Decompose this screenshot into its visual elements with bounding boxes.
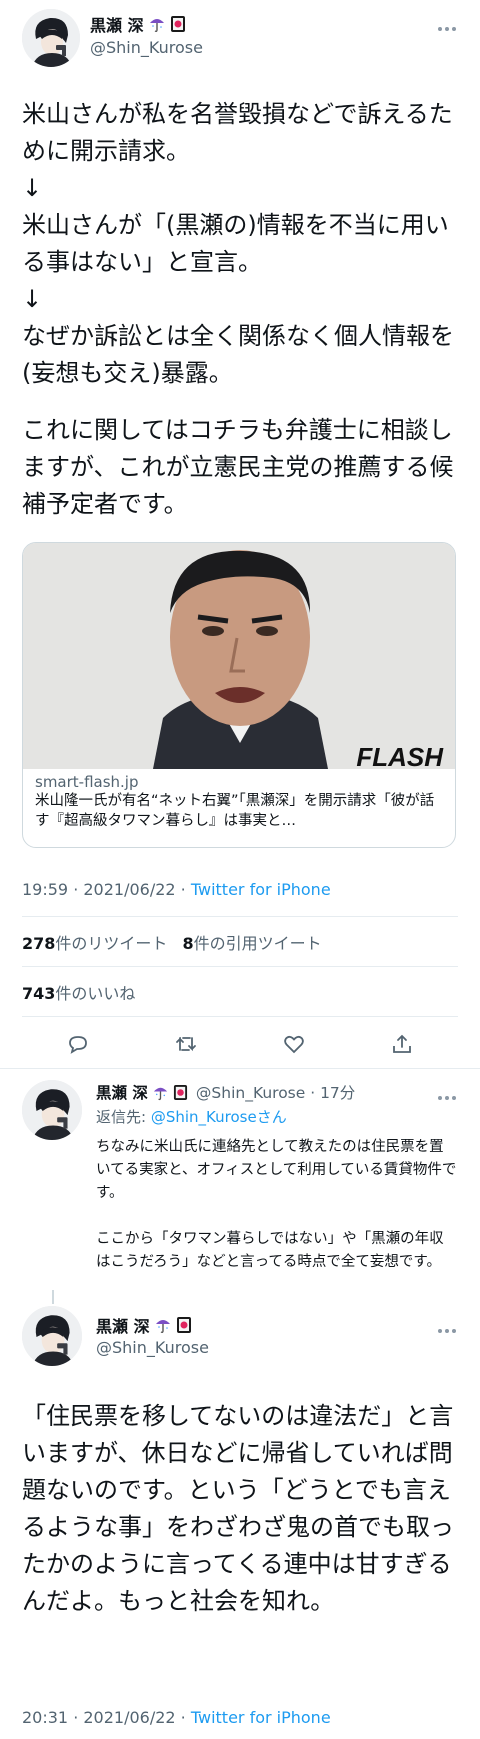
handle-time: @Shin_Kurose · 17分 bbox=[195, 1084, 356, 1102]
retweet-quote-stats: 278件のリツイート 8件の引用ツイート bbox=[22, 930, 322, 954]
divider bbox=[22, 966, 458, 967]
avatar-illustration bbox=[22, 9, 80, 67]
tweet-text-part2: これに関してはコチラも弁護士に相談しますが、これが立憲民主党の推薦する候補予定者… bbox=[22, 416, 454, 518]
handle[interactable]: @Shin_Kurose bbox=[90, 38, 203, 57]
share-icon[interactable] bbox=[390, 1032, 414, 1056]
reply-to-link[interactable]: @Shin_Kurose bbox=[151, 1108, 257, 1126]
like-icon[interactable] bbox=[282, 1032, 306, 1056]
tweet-source[interactable]: Twitter for iPhone bbox=[191, 880, 331, 899]
divider bbox=[0, 1068, 480, 1069]
retweets-stat[interactable]: 278件のリツイート bbox=[22, 934, 167, 953]
avatar-illustration bbox=[22, 1306, 82, 1366]
card-watermark: FLASH bbox=[356, 742, 443, 772]
timestamp-text[interactable]: 20:31 · 2021/06/22 · bbox=[22, 1708, 186, 1727]
reply-text: ちなみに米山氏に連絡先として教えたのは住民票を置いてる実家と、オフィスとして利用… bbox=[96, 1139, 457, 1270]
more-icon[interactable] bbox=[437, 16, 457, 37]
card-photo bbox=[23, 543, 455, 769]
handle[interactable]: @Shin_Kurose bbox=[96, 1338, 209, 1357]
link-card[interactable]: FLASH smart-flash.jp 米山隆一氏が有名“ネット右翼”「黒瀬深… bbox=[22, 542, 456, 848]
timestamp-text[interactable]: 19:59 · 2021/06/22 · bbox=[22, 880, 186, 899]
tweet-source[interactable]: Twitter for iPhone bbox=[191, 1708, 331, 1727]
reply-suffix: さん bbox=[256, 1108, 287, 1126]
tweet-text-part1: 米山さんが私を名誉毀損などで訴えるために開示請求。 ↓ 米山さんが「(黒瀬の)情… bbox=[22, 100, 454, 387]
reply-prefix: 返信先: bbox=[96, 1108, 151, 1126]
avatar[interactable] bbox=[22, 1080, 82, 1140]
hanafuda-card-emoji-icon bbox=[176, 1317, 191, 1333]
retweet-icon[interactable] bbox=[174, 1032, 198, 1056]
hanafuda-card-emoji-icon bbox=[173, 1084, 187, 1100]
display-name-text: 黒瀬 深 bbox=[96, 1084, 148, 1102]
avatar[interactable] bbox=[22, 1306, 82, 1366]
quotes-stat[interactable]: 8件の引用ツイート bbox=[183, 934, 322, 953]
tweet-timestamp: 19:59 · 2021/06/22 · Twitter for iPhone bbox=[22, 880, 331, 899]
likes-stat[interactable]: 743件のいいね bbox=[22, 980, 135, 1004]
avatar[interactable] bbox=[22, 9, 80, 67]
card-title: 米山隆一氏が有名“ネット右翼”「黒瀬深」を開示請求「彼が話す『超高級タワマン暮ら… bbox=[35, 793, 435, 829]
more-icon[interactable] bbox=[437, 1085, 457, 1106]
tweet-text: 「住民票を移してないのは違法だ」と言いますが、休日などに帰省していれば問題ないの… bbox=[22, 1402, 454, 1615]
reply-context: 返信先: @Shin_Kuroseさん bbox=[96, 1106, 287, 1127]
card-domain: smart-flash.jp bbox=[35, 773, 139, 791]
display-name-text: 黒瀬 深 bbox=[90, 16, 144, 35]
divider bbox=[22, 1016, 458, 1017]
avatar-illustration bbox=[22, 1080, 82, 1140]
umbrella-emoji-icon bbox=[149, 19, 164, 33]
display-name-text: 黒瀬 深 bbox=[96, 1317, 150, 1336]
umbrella-emoji-icon bbox=[155, 1320, 170, 1334]
reply-icon[interactable] bbox=[66, 1032, 90, 1056]
display-name[interactable]: 黒瀬 深 bbox=[90, 12, 186, 36]
hanafuda-card-emoji-icon bbox=[170, 16, 185, 32]
umbrella-emoji-icon bbox=[153, 1087, 168, 1100]
more-icon[interactable] bbox=[437, 1318, 457, 1339]
divider bbox=[22, 916, 458, 917]
tweet-timestamp: 20:31 · 2021/06/22 · Twitter for iPhone bbox=[22, 1708, 331, 1727]
display-name[interactable]: 黒瀬 深 @Shin_Kurose · 17分 bbox=[96, 1081, 355, 1103]
thread-line bbox=[52, 1290, 54, 1304]
display-name[interactable]: 黒瀬 深 bbox=[96, 1313, 192, 1337]
card-image: FLASH bbox=[23, 543, 455, 772]
